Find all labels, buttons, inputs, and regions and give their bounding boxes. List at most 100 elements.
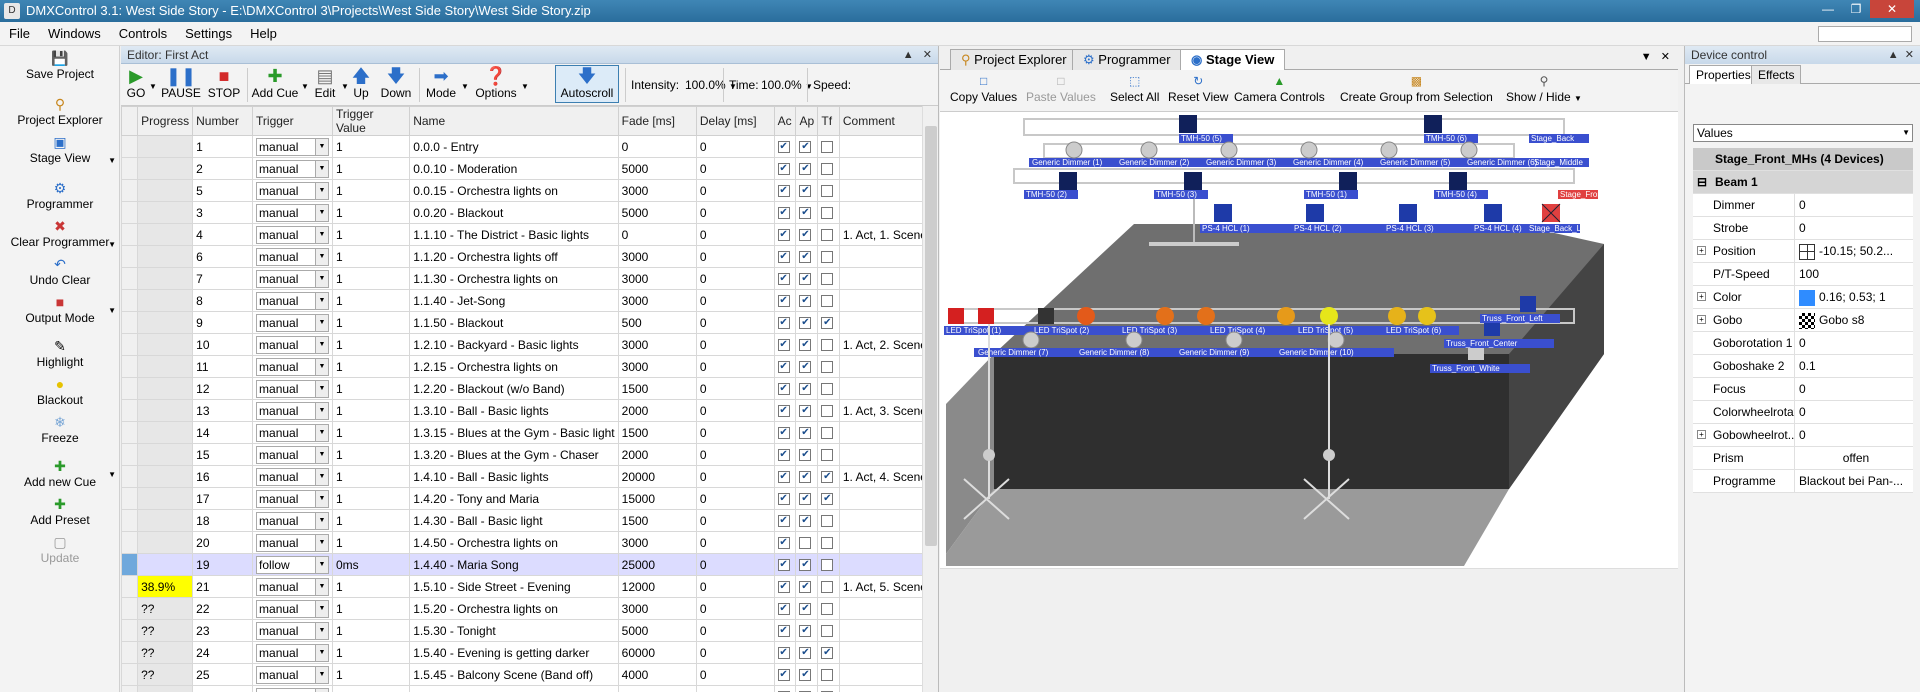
tf-cell[interactable]	[817, 663, 840, 686]
delay-cell[interactable]: 0	[695, 421, 775, 444]
select-all-button[interactable]: ⬚ Select All	[1110, 74, 1159, 104]
tf-cell[interactable]: ✔	[817, 487, 840, 510]
row-header[interactable]	[121, 201, 139, 224]
ac-cell[interactable]: ✔	[773, 465, 797, 488]
fade-cell[interactable]: 60000	[617, 641, 697, 664]
property-value[interactable]: 0	[1795, 194, 1913, 216]
paste-values-button[interactable]: □ Paste Values	[1026, 74, 1096, 104]
tf-cell[interactable]	[817, 377, 840, 400]
name-cell[interactable]: 1.1.30 - Orchestra lights on	[409, 267, 619, 290]
stage-3d-canvas[interactable]: TMH-50 (5) TMH-50 (6) Stage_Back Generic…	[944, 114, 1674, 566]
tf-checkbox[interactable]	[821, 339, 834, 352]
ac-cell[interactable]: ✔	[773, 421, 797, 444]
ap-checkbox[interactable]: ✔	[799, 493, 812, 506]
ac-checkbox[interactable]: ✔	[777, 603, 790, 616]
tf-cell[interactable]	[817, 333, 840, 356]
delay-cell[interactable]: 0	[695, 333, 775, 356]
number-cell[interactable]: 24	[192, 641, 254, 664]
tf-cell[interactable]	[817, 443, 840, 466]
property-row[interactable]: Goboshake 2 0.1	[1693, 355, 1913, 378]
trigger-select[interactable]: manual▼	[256, 203, 329, 222]
property-row[interactable]: P/T-Speed 100	[1693, 263, 1913, 286]
trigger-value-cell[interactable]: 1	[331, 685, 411, 692]
trigger-value-cell[interactable]: 1	[331, 289, 411, 312]
delay-cell[interactable]: 0	[695, 597, 775, 620]
trigger-select[interactable]: manual▼	[256, 599, 329, 618]
tf-cell[interactable]	[817, 399, 840, 422]
chevron-down-icon[interactable]: ▼	[314, 336, 328, 353]
tf-cell[interactable]	[817, 157, 840, 180]
trigger-value-cell[interactable]: 1	[331, 641, 411, 664]
ac-cell[interactable]: ✔	[773, 399, 797, 422]
trigger-value-cell[interactable]: 1	[331, 179, 411, 202]
up-button[interactable]: 🡅 Up	[351, 66, 371, 100]
ac-cell[interactable]: ✔	[773, 531, 797, 554]
number-cell[interactable]: 12	[192, 377, 254, 400]
number-cell[interactable]: 17	[192, 487, 254, 510]
row-header[interactable]	[121, 663, 139, 686]
comment-cell[interactable]	[838, 355, 931, 378]
table-row[interactable]: 11 manual ▼ 1 1.2.15 - Orchestra lights on 30…	[121, 355, 931, 378]
fade-cell[interactable]: 5000	[617, 157, 697, 180]
trigger-cell[interactable]: manual▼	[252, 509, 333, 532]
property-row[interactable]: Focus 0	[1693, 378, 1913, 401]
close-tab-icon[interactable]: ✕	[1661, 51, 1670, 63]
tf-cell[interactable]	[817, 619, 840, 642]
tf-checkbox[interactable]	[821, 603, 834, 616]
tf-checkbox[interactable]	[821, 163, 834, 176]
ap-cell[interactable]	[795, 531, 819, 554]
chevron-down-icon[interactable]: ▼	[461, 82, 469, 91]
comment-cell[interactable]	[838, 157, 931, 180]
trigger-value-cell[interactable]: 1	[331, 663, 411, 686]
number-cell[interactable]: 1	[192, 135, 254, 158]
property-row[interactable]: Goborotation 10	[1693, 332, 1913, 355]
trigger-cell[interactable]: manual▼	[252, 179, 333, 202]
ac-checkbox[interactable]: ✔	[777, 185, 790, 198]
name-cell[interactable]: 0.0.10 - Moderation	[409, 157, 619, 180]
column-header-comment[interactable]: Comment	[838, 106, 931, 136]
chevron-down-icon[interactable]: ▼	[1641, 51, 1652, 63]
stage-scrollbar[interactable]	[940, 568, 1678, 582]
options-button[interactable]: ❓ Options	[473, 66, 519, 100]
property-value[interactable]: -10.15; 50.2...	[1795, 240, 1913, 262]
ac-cell[interactable]: ✔	[773, 179, 797, 202]
ac-checkbox[interactable]: ✔	[777, 141, 790, 154]
tf-checkbox[interactable]: ✔	[821, 317, 834, 330]
property-row[interactable]: Dimmer 0	[1693, 194, 1913, 217]
number-cell[interactable]: 14	[192, 421, 254, 444]
ac-cell[interactable]: ✔	[773, 641, 797, 664]
delay-cell[interactable]: 0	[695, 223, 775, 246]
trigger-value-cell[interactable]: 1	[331, 465, 411, 488]
ap-cell[interactable]: ✔	[795, 619, 819, 642]
comment-cell[interactable]	[838, 311, 931, 334]
trigger-select[interactable]: manual▼	[256, 379, 329, 398]
name-cell[interactable]: 1.5.47 - Orchestra lights on	[409, 685, 619, 692]
edit-button[interactable]: ▤ Edit	[311, 66, 339, 100]
trigger-value-cell[interactable]: 1	[331, 509, 411, 532]
fade-cell[interactable]: 3000	[617, 245, 697, 268]
fade-cell[interactable]: 0	[617, 135, 697, 158]
fade-cell[interactable]: 1500	[617, 421, 697, 444]
comment-cell[interactable]	[838, 509, 931, 532]
tf-checkbox[interactable]	[821, 207, 834, 220]
trigger-select[interactable]: manual▼	[256, 533, 329, 552]
name-cell[interactable]: 1.4.30 - Ball - Basic light	[409, 509, 619, 532]
name-cell[interactable]: 1.5.20 - Orchestra lights on	[409, 597, 619, 620]
trigger-value-cell[interactable]: 1	[331, 267, 411, 290]
row-header[interactable]	[121, 135, 139, 158]
number-cell[interactable]: 15	[192, 443, 254, 466]
trigger-value-cell[interactable]: 1	[331, 443, 411, 466]
ap-cell[interactable]: ✔	[795, 377, 819, 400]
autoscroll-toggle[interactable]: 🡇 Autoscroll	[555, 65, 619, 103]
tf-checkbox[interactable]	[821, 427, 834, 440]
tf-cell[interactable]	[817, 509, 840, 532]
ap-checkbox[interactable]: ✔	[799, 383, 812, 396]
tf-cell[interactable]: ✔	[817, 641, 840, 664]
ac-checkbox[interactable]: ✔	[777, 361, 790, 374]
ac-cell[interactable]: ✔	[773, 245, 797, 268]
delay-cell[interactable]: 0	[695, 399, 775, 422]
delay-cell[interactable]: 0	[695, 509, 775, 532]
table-row[interactable]: 15 manual ▼ 1 1.3.20 - Blues at the Gym - Ch…	[121, 443, 931, 466]
tf-cell[interactable]	[817, 597, 840, 620]
chevron-down-icon[interactable]: ▼	[108, 470, 116, 479]
